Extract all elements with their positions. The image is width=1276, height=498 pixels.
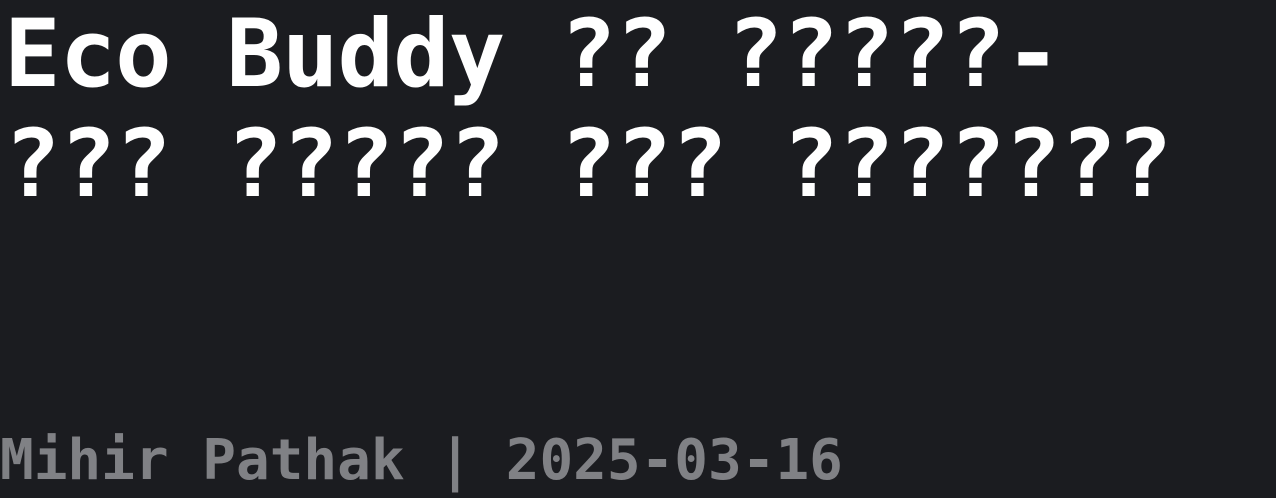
post-date: 2025-03-16 (505, 428, 843, 493)
byline-separator: | (438, 428, 473, 493)
author-name: Mihir Pathak (0, 428, 405, 493)
byline: Mihir Pathak | 2025-03-16 (0, 428, 843, 494)
title-card: Eco Buddy ?? ?????- ??? ????? ??? ??????… (0, 0, 1276, 498)
post-title: Eco Buddy ?? ?????- ??? ????? ??? ??????… (4, 0, 1172, 219)
